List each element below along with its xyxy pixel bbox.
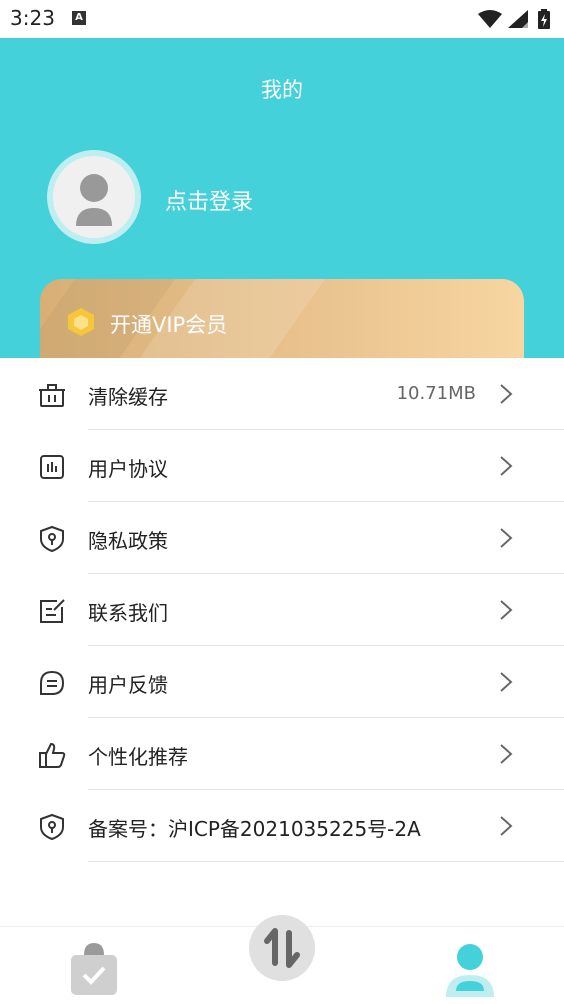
tab-convert[interactable]: [249, 915, 315, 981]
menu-item-label: 联系我们: [88, 601, 168, 625]
status-time: 3:23: [10, 6, 55, 30]
notification-a-icon: A: [72, 11, 86, 25]
login-link[interactable]: 点击登录: [165, 184, 253, 216]
wifi-icon: [478, 10, 502, 28]
bottom-tab-bar: [0, 915, 564, 1004]
menu-item-label: 清除缓存: [88, 385, 168, 409]
menu-item-contact-us[interactable]: 联系我们: [0, 574, 564, 646]
menu-item-label: 用户协议: [88, 457, 168, 481]
shield-icon: [40, 813, 64, 841]
menu-item-label: 用户反馈: [88, 673, 168, 697]
swap-arrows-icon: [264, 928, 300, 968]
chat-bubble-icon: [40, 670, 65, 695]
default-avatar-icon: [76, 174, 112, 226]
avatar: [53, 156, 135, 238]
shield-icon: [40, 525, 64, 553]
profile-header: 我的 点击登录 开通VIP会员: [0, 38, 564, 379]
menu-item-privacy-policy[interactable]: 隐私政策: [0, 502, 564, 574]
chevron-right-icon: [500, 528, 513, 548]
menu-item-clear-cache[interactable]: 清除缓存 10.71MB: [0, 358, 564, 430]
menu-item-user-feedback[interactable]: 用户反馈: [0, 646, 564, 718]
edit-note-icon: [40, 599, 65, 623]
menu-item-label: 个性化推荐: [88, 745, 188, 769]
thumbs-up-icon: [39, 742, 66, 768]
chevron-right-icon: [500, 600, 513, 620]
chevron-right-icon: [500, 456, 513, 476]
document-chart-icon: [40, 455, 64, 479]
tab-profile[interactable]: [442, 941, 498, 997]
battery-icon: [538, 9, 550, 29]
menu-item-icp-record[interactable]: 备案号：沪ICP备2021035225号-2A: [0, 790, 564, 862]
menu-item-user-agreement[interactable]: 用户协议: [0, 430, 564, 502]
page-title: 我的: [261, 78, 303, 102]
status-bar: 3:23 A: [0, 0, 564, 38]
tab-tasks[interactable]: [66, 941, 122, 997]
chevron-right-icon: [500, 672, 513, 692]
menu-item-label: 备案号：沪ICP备2021035225号-2A: [88, 817, 421, 841]
menu-item-personalized-recommendation[interactable]: 个性化推荐: [0, 718, 564, 790]
settings-menu: 清除缓存 10.71MB 用户协议 隐私政策 联系我们 用户反馈 个性化推荐 备…: [0, 358, 564, 864]
chevron-right-icon: [500, 816, 513, 836]
menu-item-label: 隐私政策: [88, 529, 168, 553]
status-icons: [478, 9, 550, 29]
chevron-right-icon: [500, 744, 513, 764]
vip-badge-icon: [68, 308, 94, 336]
clipboard-check-icon: [71, 943, 117, 995]
profile-icon: [446, 944, 494, 997]
cache-size: 10.71MB: [396, 383, 476, 404]
avatar-button[interactable]: [47, 150, 141, 244]
vip-label: 开通VIP会员: [110, 313, 228, 337]
divider: [88, 861, 564, 862]
trash-icon: [39, 384, 65, 407]
chevron-right-icon: [500, 384, 513, 404]
